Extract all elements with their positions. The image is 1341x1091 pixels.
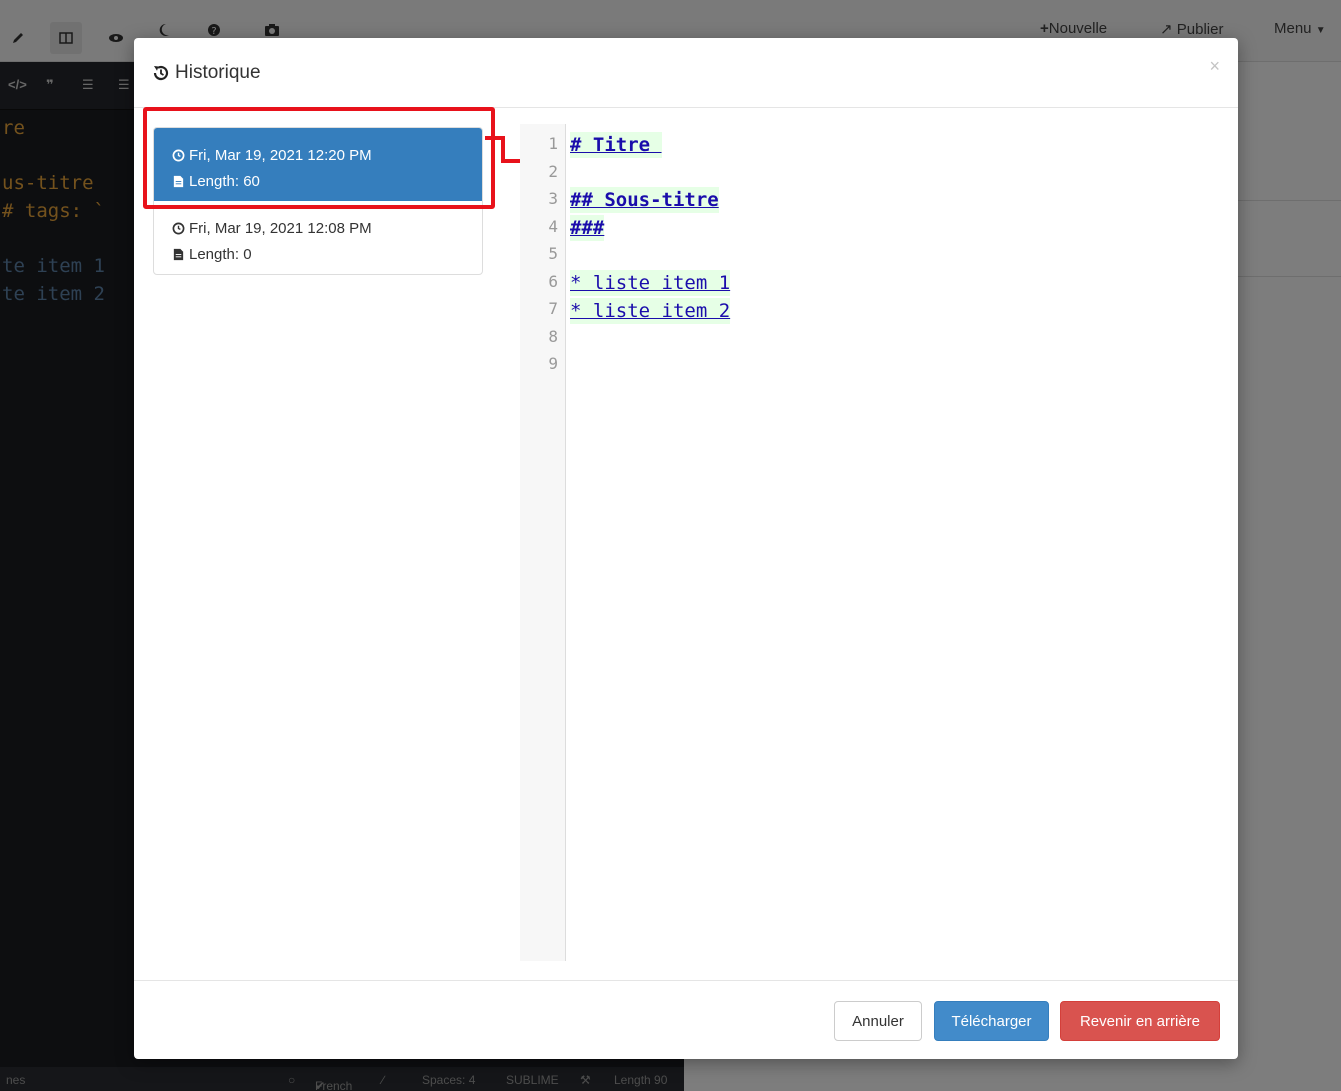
- modal-header: Historique ×: [134, 38, 1238, 108]
- modal-title: Historique: [152, 62, 261, 84]
- added-line: ## Sous-titre: [570, 187, 719, 213]
- added-line: * liste item 1: [570, 270, 731, 296]
- cancel-button[interactable]: Annuler: [834, 1001, 922, 1041]
- added-line: # Titre: [570, 132, 662, 158]
- line-number: 2: [548, 162, 558, 181]
- added-line: * liste item 2: [570, 298, 731, 324]
- revert-button[interactable]: Revenir en arrière: [1060, 1001, 1220, 1041]
- revision-diff-viewer[interactable]: 1 2 3 4 5 6 7 8 9 # Titre ## Sous-titre …: [520, 124, 1220, 961]
- line-number-gutter: 1 2 3 4 5 6 7 8 9: [520, 124, 566, 961]
- line-number: 4: [548, 217, 558, 236]
- file-icon: [173, 248, 184, 260]
- history-item-date: Fri, Mar 19, 2021 12:08 PM: [189, 219, 372, 237]
- history-modal: Historique × Fri, Mar 19, 2021 12:20 PM …: [134, 38, 1238, 1059]
- history-item[interactable]: Fri, Mar 19, 2021 12:08 PM Length: 0: [154, 201, 482, 274]
- added-line: ###: [570, 215, 605, 241]
- download-button[interactable]: Télécharger: [934, 1001, 1049, 1041]
- history-item-length: Length: 0: [189, 245, 252, 263]
- line-number: 9: [548, 354, 558, 373]
- line-number: 1: [548, 134, 558, 153]
- line-number: 3: [548, 189, 558, 208]
- line-number: 6: [548, 272, 558, 291]
- line-number: 5: [548, 244, 558, 263]
- line-number: 8: [548, 327, 558, 346]
- annotation-highlight-box: [143, 107, 495, 209]
- line-number: 7: [548, 299, 558, 318]
- history-icon: [153, 65, 169, 81]
- clock-icon: [172, 222, 185, 234]
- modal-footer: Annuler Télécharger Revenir en arrière: [134, 980, 1238, 1059]
- close-icon[interactable]: ×: [1209, 56, 1220, 77]
